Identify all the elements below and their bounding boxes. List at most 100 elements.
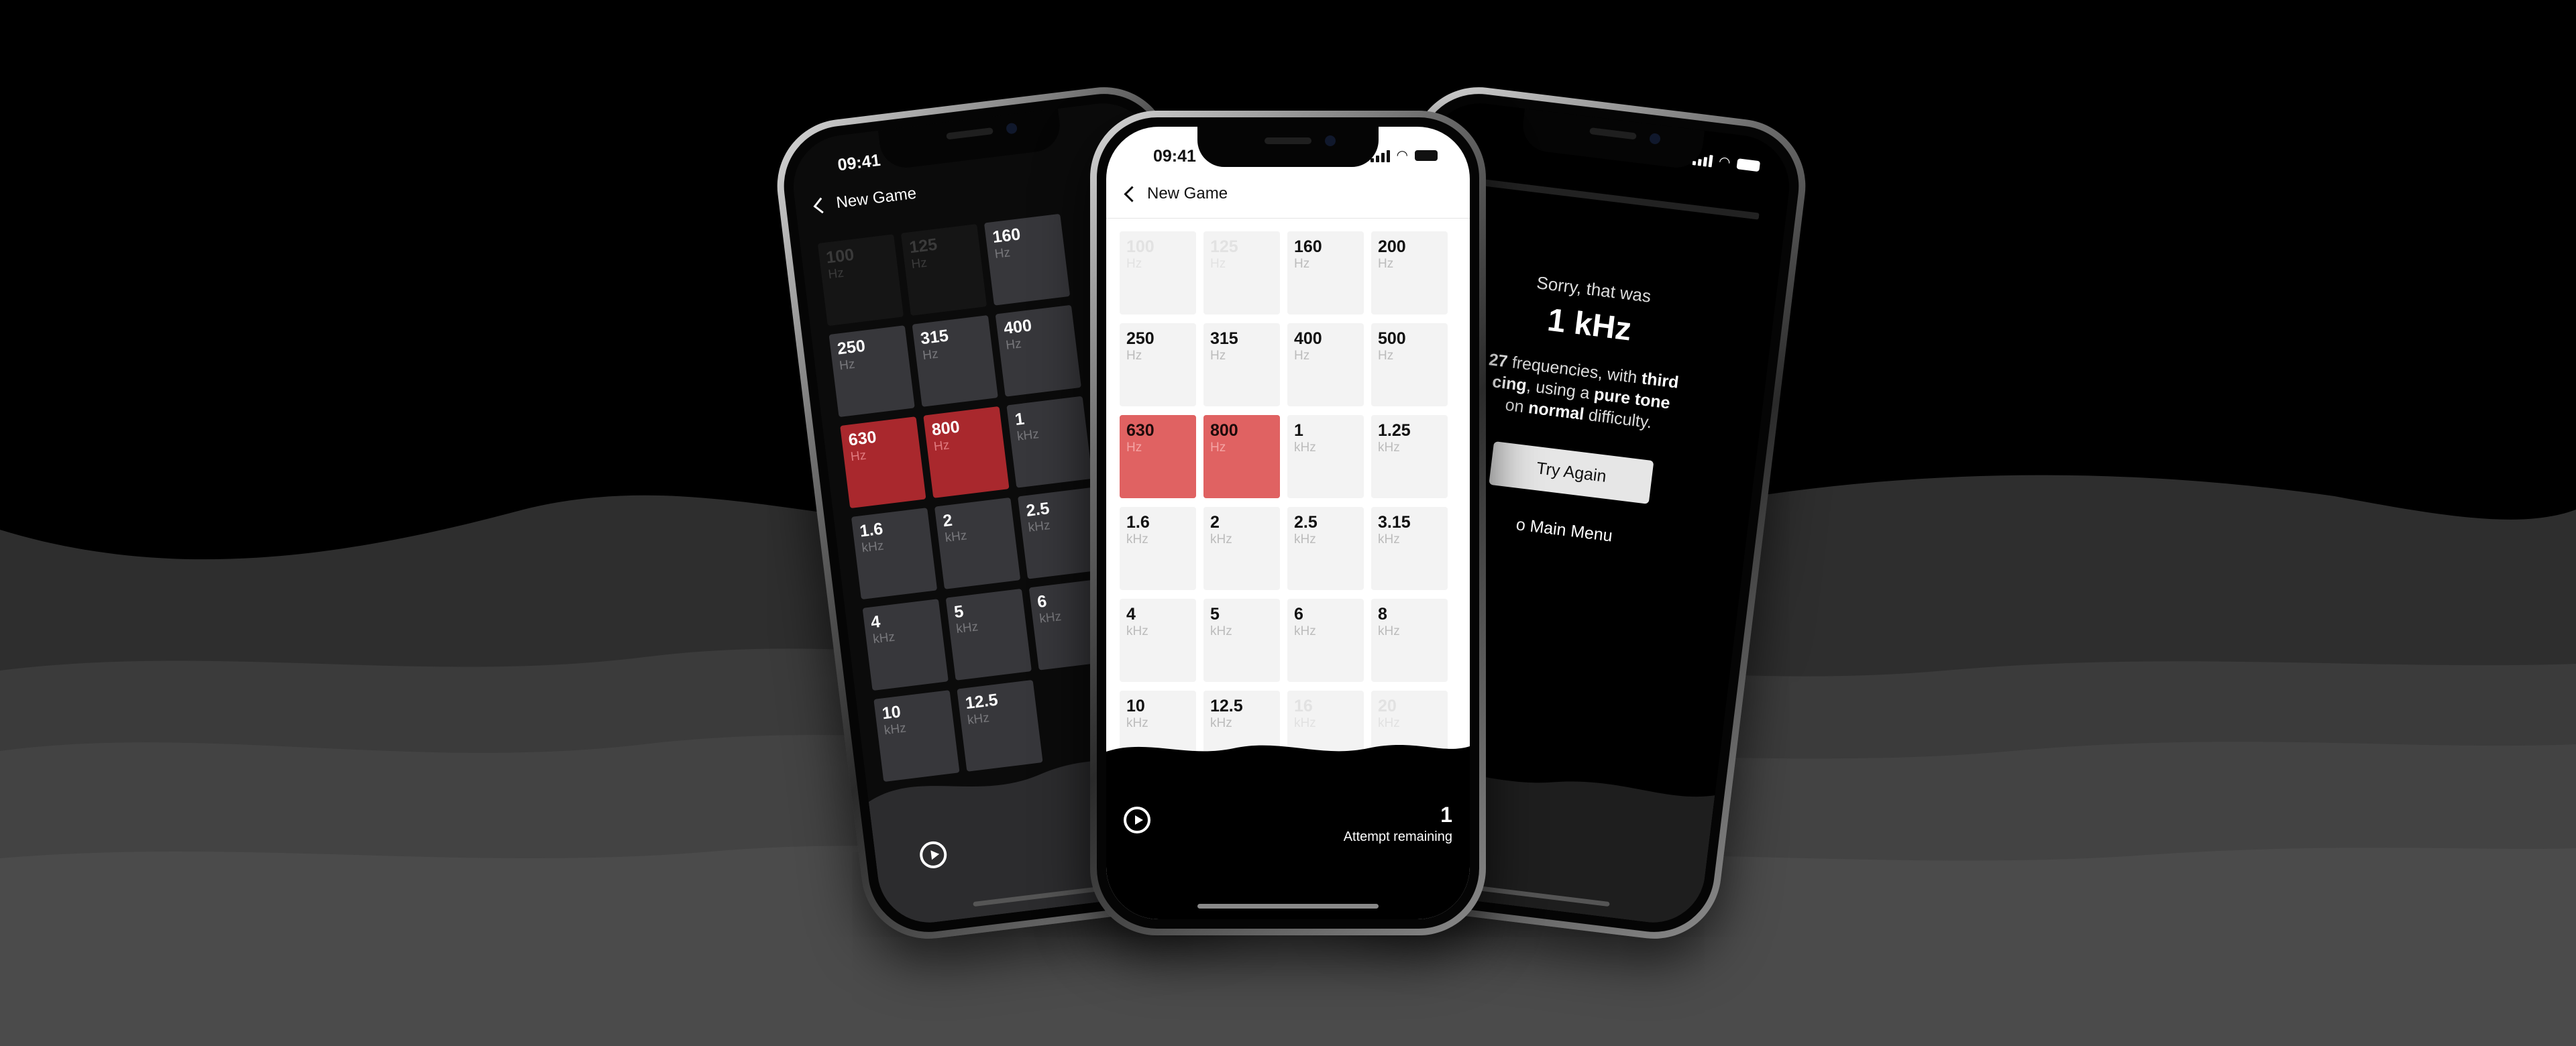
tile-unit: kHz [1126, 624, 1148, 638]
footer-wave [1106, 745, 1470, 765]
tile-value: 800 [1210, 421, 1238, 440]
signal-icon [1692, 152, 1713, 167]
tile-unit: Hz [1126, 441, 1142, 455]
frequency-tile[interactable]: 160 Hz [983, 213, 1071, 306]
tile-unit: Hz [1378, 349, 1394, 363]
frequency-tile[interactable]: 4 kHz [862, 599, 949, 691]
phone-center: 09:41 ◠ New Game 100 Hz 125 Hz 160 Hz 200 Hz 250… [1090, 111, 1486, 935]
frequency-tile[interactable]: 630 Hz [1120, 415, 1196, 498]
frequency-tile[interactable]: 6 kHz [1287, 599, 1364, 682]
replay-icon[interactable] [1124, 807, 1150, 833]
tile-value: 630 [1126, 421, 1155, 440]
notch [1197, 127, 1379, 167]
frequency-grid: 100 Hz 125 Hz 160 Hz 200 Hz 250 Hz 315 Hz 400 Hz 500 Hz… [1120, 231, 1448, 774]
tile-value: 100 [1126, 237, 1155, 256]
tile-unit: kHz [1294, 532, 1316, 546]
tile-value: 3.15 [1378, 513, 1411, 532]
game-footer: 1 Attempt remaining [1106, 745, 1470, 919]
battery-icon [1415, 150, 1438, 161]
tile-unit: Hz [1210, 349, 1226, 363]
frequency-tile[interactable]: 1 kHz [1287, 415, 1364, 498]
tile-unit: Hz [1294, 257, 1310, 271]
tile-unit: Hz [1294, 349, 1310, 363]
tile-unit: kHz [1210, 532, 1232, 546]
frequency-tile[interactable]: 630 Hz [840, 416, 926, 509]
tile-value: 315 [1210, 329, 1238, 348]
tile-value: 2.5 [1294, 513, 1318, 532]
frequency-tile[interactable]: 125 Hz [900, 223, 987, 316]
tile-value: 400 [1294, 329, 1322, 348]
tile-value: 160 [1294, 237, 1322, 256]
wifi-icon: ◠ [1396, 148, 1408, 163]
tile-value: 1.25 [1378, 421, 1411, 440]
attempts-count: 1 [1440, 803, 1452, 827]
back-chevron-icon [813, 197, 830, 213]
tile-unit: kHz [1210, 624, 1232, 638]
frequency-tile[interactable]: 4 kHz [1120, 599, 1196, 682]
tile-unit: kHz [1294, 716, 1316, 730]
tile-unit: kHz [1126, 532, 1148, 546]
tile-value: 12.5 [1210, 697, 1243, 715]
tile-value: 5 [1210, 605, 1220, 624]
center-screen: 09:41 ◠ New Game 100 Hz 125 Hz 160 Hz 200 Hz 250… [1106, 127, 1470, 919]
tile-value: 6 [1294, 605, 1303, 624]
frequency-tile[interactable]: 160 Hz [1287, 231, 1364, 314]
tile-value: 2 [1210, 513, 1220, 532]
frequency-tile[interactable]: 250 Hz [1120, 323, 1196, 406]
frequency-tile[interactable]: 5 kHz [1203, 599, 1280, 682]
try-again-button[interactable]: Try Again [1489, 441, 1654, 504]
tile-unit: kHz [1294, 624, 1316, 638]
back-chevron-icon [1124, 185, 1140, 202]
tile-unit: Hz [1210, 257, 1226, 271]
frequency-tile[interactable]: 500 Hz [1371, 323, 1448, 406]
status-time: 09:41 [837, 150, 882, 175]
frequency-tile[interactable]: 315 Hz [912, 314, 998, 407]
tile-value: 4 [1126, 605, 1136, 624]
tile-unit: kHz [1126, 716, 1148, 730]
frequency-tile[interactable]: 250 Hz [828, 325, 915, 418]
tile-value: 16 [1294, 697, 1313, 715]
frequency-tile[interactable]: 5 kHz [945, 588, 1032, 681]
attempts-label: Attempt remaining [1343, 829, 1452, 844]
frequency-tile[interactable]: 2.5 kHz [1287, 507, 1364, 590]
frequency-tile[interactable]: 2 kHz [934, 497, 1021, 589]
frequency-tile[interactable]: 400 Hz [995, 304, 1081, 397]
frequency-tile[interactable]: 400 Hz [1287, 323, 1364, 406]
back-label: New Game [1147, 184, 1228, 202]
tile-unit: kHz [1378, 532, 1400, 546]
frequency-tile[interactable]: 100 Hz [817, 234, 904, 327]
status-icons: ◠ [1370, 147, 1438, 164]
tile-value: 125 [1210, 237, 1238, 256]
nav-divider [1106, 218, 1470, 219]
frequency-tile[interactable]: 125 Hz [1203, 231, 1280, 314]
frequency-tile[interactable]: 315 Hz [1203, 323, 1280, 406]
frequency-tile[interactable]: 1.25 kHz [1371, 415, 1448, 498]
status-icons: ◠ [1692, 150, 1761, 174]
frequency-tile[interactable]: 800 Hz [923, 406, 1010, 498]
frequency-tile[interactable]: 3.15 kHz [1371, 507, 1448, 590]
back-button[interactable]: New Game [1124, 184, 1228, 203]
tile-unit: Hz [1378, 257, 1394, 271]
tile-value: 1 [1294, 421, 1303, 440]
frequency-tile[interactable]: 1.6 kHz [1120, 507, 1196, 590]
tile-unit: Hz [1126, 349, 1142, 363]
frequency-tile[interactable]: 1 kHz [1006, 396, 1093, 488]
frequency-tile[interactable]: 200 Hz [1371, 231, 1448, 314]
signal-icon [1370, 149, 1390, 162]
tile-unit: Hz [1210, 441, 1226, 455]
nav-divider [1450, 175, 1760, 220]
tile-value: 1.6 [1126, 513, 1150, 532]
frequency-tile[interactable]: 100 Hz [1120, 231, 1196, 314]
frequency-tile[interactable]: 8 kHz [1371, 599, 1448, 682]
notch [1519, 108, 1705, 171]
frequency-tile[interactable]: 800 Hz [1203, 415, 1280, 498]
tile-value: 20 [1378, 697, 1397, 715]
frequency-tile[interactable]: 1.6 kHz [851, 508, 938, 600]
battery-icon [1736, 158, 1761, 172]
tile-unit: kHz [1210, 716, 1232, 730]
notch [877, 108, 1063, 171]
frequency-tile[interactable]: 2 kHz [1203, 507, 1280, 590]
tile-unit: kHz [1294, 441, 1316, 455]
back-button[interactable]: New Game [813, 184, 917, 215]
tile-value: 500 [1378, 329, 1406, 348]
